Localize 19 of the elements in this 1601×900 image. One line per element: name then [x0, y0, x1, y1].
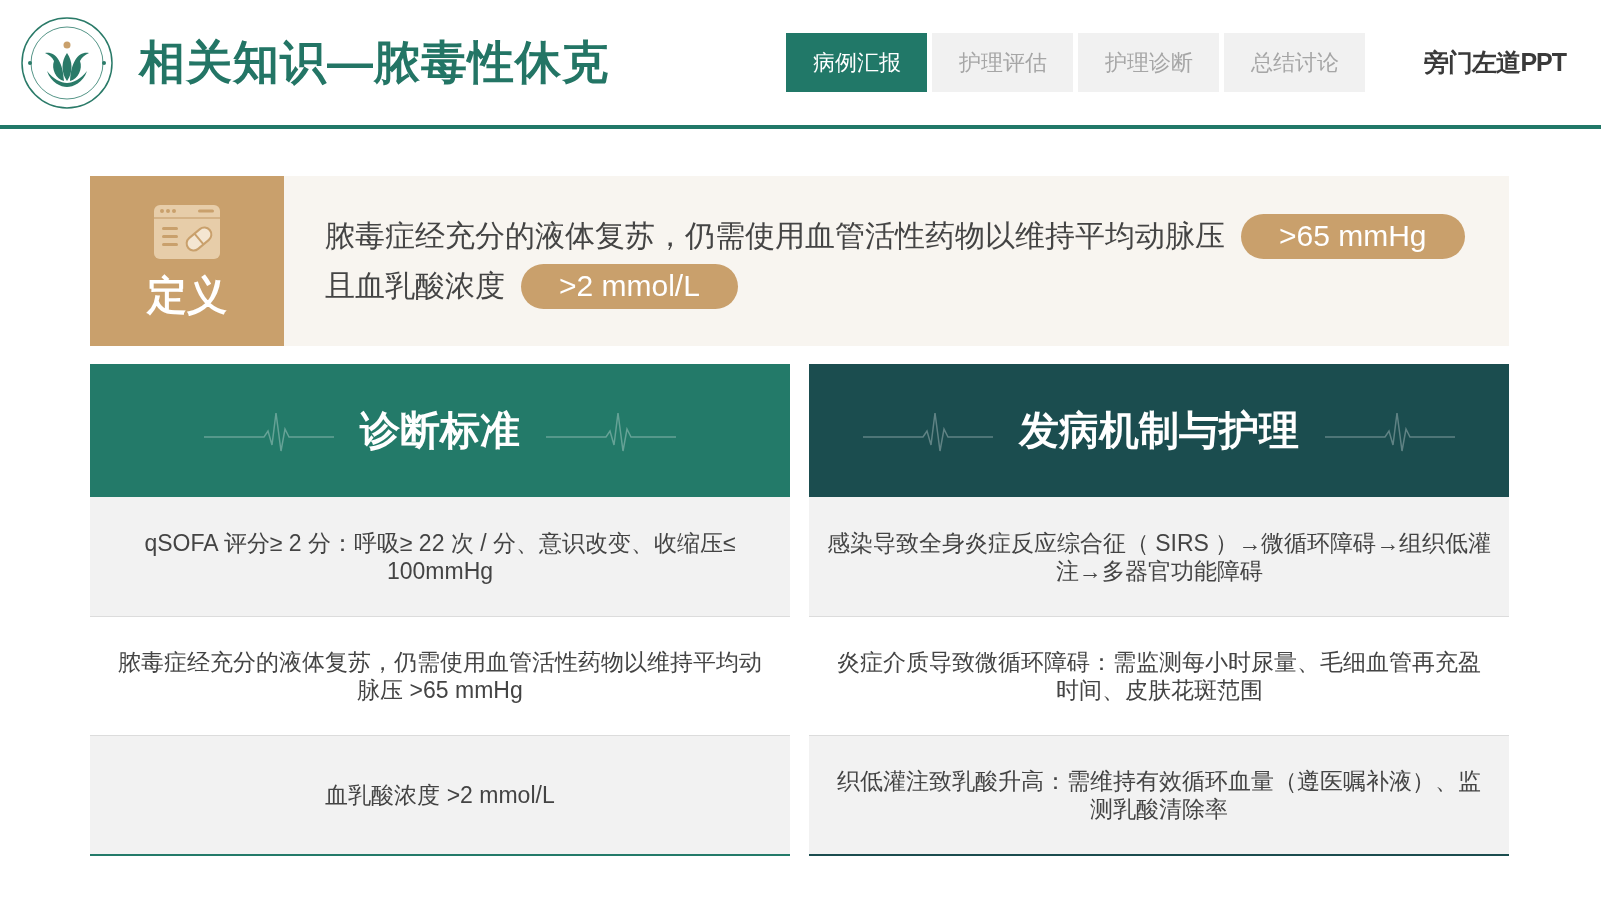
brand-name: 旁门左道PPT [1424, 47, 1566, 78]
panel-title: 诊断标准 [360, 407, 520, 454]
nav-tab[interactable]: 病例汇报 [786, 33, 928, 92]
table-cell: 织低灌注致乳酸升高：需维持有效循环血量（遵医嘱补液）、监测乳酸清除率 [809, 735, 1509, 854]
value-badge: >2 mmol/L [521, 263, 738, 309]
browser-pill-icon [154, 205, 220, 259]
table-cell: 血乳酸浓度 >2 mmol/L [90, 735, 790, 854]
nav-tab[interactable]: 护理评估 [932, 33, 1074, 92]
table-cell: qSOFA 评分≥ 2 分：呼吸≥ 22 次 / 分、意识改变、收缩压≤ 100mmHg [90, 497, 790, 616]
definition-label: 定义 [147, 273, 227, 317]
nav-tab[interactable]: 总结讨论 [1224, 33, 1366, 92]
nav-tab[interactable]: 护理诊断 [1078, 33, 1220, 92]
value-badge: >65 mmHg [1241, 213, 1465, 259]
tulip-emblem-icon [21, 16, 113, 109]
definition-text: 脓毒症经充分的液体复苏，仍需使用血管活性药物以维持平均动脉压 [325, 217, 1225, 254]
definition-text: 且血乳酸浓度 [325, 267, 505, 304]
slide-title: 相关知识—脓毒性休克 [139, 34, 609, 90]
panel-title: 发病机制与护理 [1019, 407, 1299, 454]
table-cell: 感染导致全身炎症反应综合征（ SIRS ）→微循环障碍→组织低灌注→多器官功能障碍 [809, 497, 1509, 616]
